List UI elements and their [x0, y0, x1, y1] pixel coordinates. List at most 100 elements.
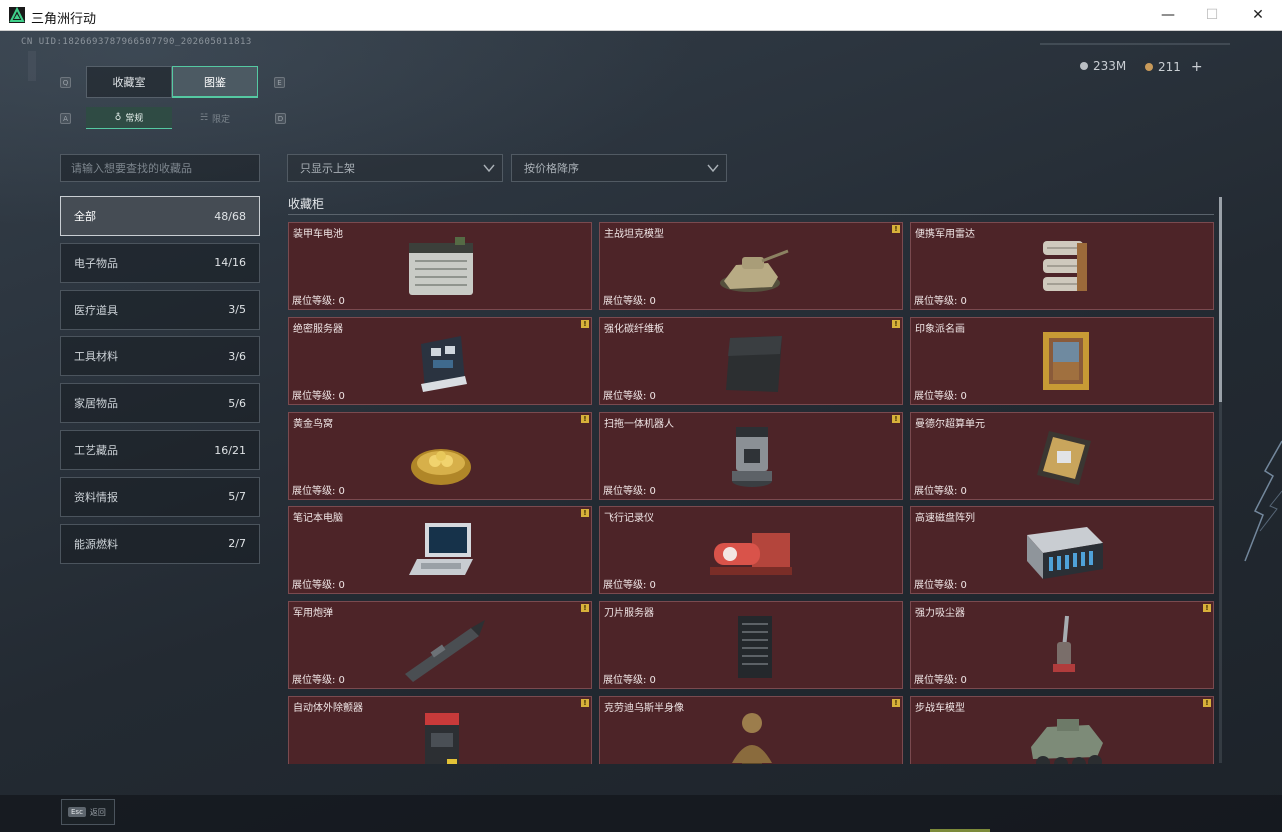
card-name: 装甲车电池: [293, 229, 343, 240]
shell-icon: [405, 620, 485, 683]
key-e-hint: E: [274, 77, 285, 88]
bottom-bar: [0, 795, 1282, 832]
alert-badge-icon: !: [581, 604, 589, 613]
collection-card[interactable]: 黄金鸟窝! 展位等级: 0: [288, 411, 592, 500]
collection-card[interactable]: 曼德尔超算单元 展位等级: 0: [910, 411, 1214, 500]
category-count: 16/21: [214, 443, 246, 457]
laptop-icon: [409, 523, 473, 576]
card-level: 展位等级: 0: [914, 390, 967, 402]
category-item[interactable]: 电子物品 14/16: [60, 242, 260, 283]
category-item[interactable]: 工艺藏品 16/21: [60, 430, 260, 470]
minimize-button[interactable]: —: [1145, 0, 1191, 30]
card-level: 展位等级: 0: [914, 296, 967, 307]
category-count: 5/7: [228, 490, 246, 504]
background-decoration: [28, 51, 36, 81]
card-name: 强化碳纤维板: [604, 323, 664, 335]
collection-card[interactable]: 扫拖一体机器人! 展位等级: 0: [599, 411, 903, 500]
card-name: 刀片服务器: [604, 608, 654, 620]
category-count: 14/16: [214, 256, 246, 270]
maximize-button[interactable]: ☐: [1189, 0, 1235, 30]
card-name: 步战车模型: [915, 703, 965, 714]
title-bar: 三角洲行动 — ☐ ✕: [0, 0, 1282, 31]
robot-vacuum-icon: [732, 426, 772, 487]
collection-card[interactable]: 绝密服务器! 展位等级: 0: [288, 316, 592, 405]
subtab-regular[interactable]: ♁ 常规: [86, 107, 172, 129]
collection-card[interactable]: 强化碳纤维板! 展位等级: 0: [599, 316, 903, 405]
tab-catalog[interactable]: 图鉴: [172, 66, 258, 98]
category-count: 5/6: [228, 396, 246, 410]
user-uid: CN UID:1826693787966507790_202605011813: [21, 37, 252, 47]
back-button[interactable]: Esc 返回: [61, 799, 115, 825]
bust-icon: [732, 713, 772, 764]
category-item[interactable]: 工具材料 3/6: [60, 336, 260, 377]
collection-card[interactable]: 便携军用雷达 展位等级: 0: [910, 222, 1214, 310]
alert-badge-icon: !: [892, 414, 900, 423]
card-level: 展位等级: 0: [292, 580, 345, 592]
collection-card[interactable]: 刀片服务器 展位等级: 0: [599, 601, 903, 690]
card-name: 强力吸尘器: [915, 608, 965, 620]
card-name: 曼德尔超算单元: [915, 418, 985, 430]
collection-card[interactable]: 克劳迪乌斯半身像!展位等级: 0: [599, 696, 903, 764]
alert-badge-icon: !: [892, 225, 900, 233]
filter-dropdown-listed[interactable]: 只显示上架: [287, 154, 503, 182]
alert-badge-icon: !: [581, 509, 589, 518]
card-name: 扫拖一体机器人: [604, 418, 674, 430]
alert-badge-icon: !: [581, 319, 589, 328]
add-currency-button[interactable]: +: [1191, 59, 1203, 75]
stack-icon: ☵: [199, 113, 209, 123]
sort-dropdown-price[interactable]: 按价格降序: [511, 154, 727, 182]
category-item[interactable]: 资料情报 5/7: [60, 476, 260, 517]
card-name: 印象派名画: [915, 323, 965, 335]
collection-card[interactable]: 主战坦克模型! 展位等级: 0: [599, 222, 903, 310]
category-label: 工艺藏品: [74, 444, 118, 457]
collection-card[interactable]: 自动体外除颤器!展位等级: 0: [288, 696, 592, 764]
server-board-icon: [421, 335, 467, 392]
category-count: 48/68: [214, 209, 246, 223]
currency-silver: 233M: [1080, 59, 1126, 73]
collection-card[interactable]: 飞行记录仪展位等级: 0: [599, 506, 903, 595]
disk-array-icon: [1027, 527, 1103, 580]
category-item[interactable]: 家居物品 5/6: [60, 383, 260, 424]
card-level: 展位等级: 0: [914, 675, 967, 687]
category-item[interactable]: 全部 48/68: [60, 196, 260, 236]
subtab-limited[interactable]: ☵ 限定: [172, 107, 258, 129]
compute-unit-icon: [1037, 430, 1091, 485]
silver-amount: 233M: [1093, 59, 1127, 73]
tab-collection-room[interactable]: 收藏室: [86, 66, 172, 98]
search-input[interactable]: 请输入想要查找的收藏品: [60, 154, 260, 182]
card-level: 展位等级: 0: [292, 485, 345, 497]
app-logo-icon: [9, 7, 25, 23]
card-name: 飞行记录仪: [604, 513, 654, 525]
alert-badge-icon: !: [892, 319, 900, 328]
collection-card[interactable]: 装甲车电池 展位等级: 0: [288, 222, 592, 310]
collection-card[interactable]: 印象派名画展位等级: 0: [910, 316, 1214, 405]
category-item[interactable]: 医疗道具 3/5: [60, 289, 260, 330]
collection-card[interactable]: 军用炮弹! 展位等级: 0: [288, 601, 592, 690]
collection-card[interactable]: 高速磁盘阵列 展位等级: 0: [910, 506, 1214, 595]
window-title: 三角洲行动: [31, 12, 97, 27]
category-item[interactable]: 能源燃料 2/7: [60, 523, 260, 564]
section-title: 收藏柜: [288, 197, 325, 211]
alert-badge-icon: !: [581, 414, 589, 423]
card-level: 展位等级: 0: [603, 390, 656, 402]
collection-card[interactable]: 步战车模型!展位等级: 0: [910, 696, 1214, 764]
category-label: 电子物品: [74, 256, 118, 270]
card-name: 克劳迪乌斯半身像: [604, 703, 684, 714]
card-level: 展位等级: 0: [603, 580, 656, 592]
card-name: 高速磁盘阵列: [915, 513, 975, 525]
key-q-hint: Q: [60, 77, 71, 88]
scrollbar-thumb[interactable]: [1219, 197, 1222, 402]
lightning-decoration: [1244, 440, 1282, 562]
close-button[interactable]: ✕: [1235, 0, 1281, 30]
vacuum-icon: [1053, 616, 1075, 673]
category-label: 工具材料: [74, 350, 118, 364]
category-count: 2/7: [228, 537, 246, 551]
collection-card[interactable]: 强力吸尘器! 展位等级: 0: [910, 601, 1214, 690]
painting-icon: [1043, 331, 1089, 390]
battery-icon: [409, 237, 473, 295]
card-name: 笔记本电脑: [293, 513, 343, 525]
card-level: 展位等级: 0: [292, 390, 345, 402]
card-name: 主战坦克模型: [604, 229, 664, 240]
golden-nest-icon: [411, 448, 471, 485]
collection-card[interactable]: 笔记本电脑! 展位等级: 0: [288, 506, 592, 595]
